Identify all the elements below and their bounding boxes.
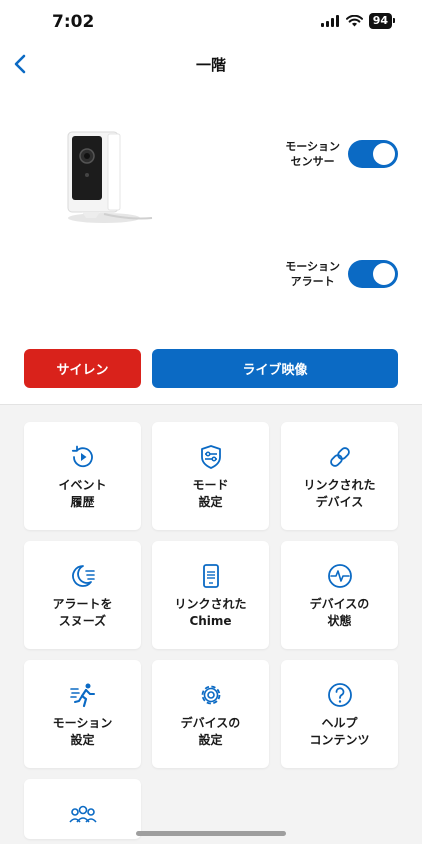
gear-icon — [196, 680, 226, 710]
snooze-moon-icon — [68, 561, 98, 591]
status-bar: 7:02 94 — [0, 0, 422, 44]
tile-label: リンクされた Chime — [174, 597, 247, 628]
live-view-button[interactable]: ライブ映像 — [152, 349, 398, 388]
tile-label: デバイスの 状態 — [309, 597, 370, 628]
tile-help-content[interactable]: ヘルプ コンテンツ — [281, 660, 398, 768]
users-icon — [68, 799, 98, 829]
page-title: 一階 — [195, 56, 226, 74]
tile-mode-settings[interactable]: モード 設定 — [152, 422, 269, 530]
tile-label: イベント 履歴 — [58, 478, 107, 509]
tile-motion-settings[interactable]: モーション 設定 — [24, 660, 141, 768]
tile-label: モード 設定 — [192, 478, 229, 509]
motion-alert-label: モーション アラート — [285, 260, 340, 288]
status-icons: 94 — [320, 13, 396, 29]
help-icon — [325, 680, 355, 710]
motion-alert-row: モーション アラート — [285, 259, 398, 289]
motion-runner-icon — [68, 680, 98, 710]
tile-linked-chime[interactable]: リンクされた Chime — [152, 541, 269, 649]
home-indicator — [136, 831, 286, 836]
motion-sensor-row: モーション センサー — [285, 139, 398, 169]
status-time: 7:02 — [52, 12, 95, 32]
mode-settings-icon — [196, 442, 226, 472]
feature-grid: イベント 履歴 モード 設定 リンクされた デバイス アラートを スヌーズ リン… — [0, 404, 422, 844]
tile-event-history[interactable]: イベント 履歴 — [24, 422, 141, 530]
tile-label: ヘルプ コンテンツ — [309, 716, 370, 747]
tile-label: アラートを スヌーズ — [52, 597, 113, 628]
toggle-knob — [373, 143, 395, 165]
tile-shared-users[interactable] — [24, 779, 141, 839]
link-icon — [325, 442, 355, 472]
tile-label: モーション 設定 — [52, 716, 113, 747]
motion-sensor-label: モーション センサー — [285, 140, 340, 168]
nav-bar: 一階 — [0, 44, 422, 84]
camera-device-image — [67, 131, 153, 223]
tile-label: リンクされた デバイス — [303, 478, 376, 509]
siren-button[interactable]: サイレン — [24, 349, 141, 388]
tile-device-health[interactable]: デバイスの 状態 — [281, 541, 398, 649]
tile-device-settings[interactable]: デバイスの 設定 — [152, 660, 269, 768]
tile-label: デバイスの 設定 — [180, 716, 241, 747]
toggle-knob — [373, 263, 395, 285]
device-health-icon — [325, 561, 355, 591]
motion-alert-toggle[interactable] — [348, 260, 398, 288]
wifi-icon — [345, 15, 363, 27]
motion-sensor-toggle[interactable] — [348, 140, 398, 168]
cellular-signal-icon — [320, 15, 339, 27]
tile-linked-devices[interactable]: リンクされた デバイス — [281, 422, 398, 530]
tile-snooze-alerts[interactable]: アラートを スヌーズ — [24, 541, 141, 649]
battery-indicator: 94 — [368, 13, 396, 29]
event-history-icon — [68, 442, 98, 472]
chime-icon — [196, 561, 226, 591]
